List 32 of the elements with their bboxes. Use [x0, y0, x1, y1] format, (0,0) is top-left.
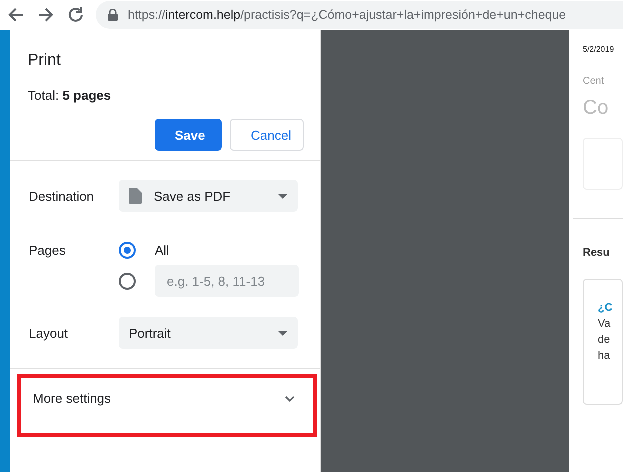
lock-icon [108, 9, 118, 21]
url-text: intercom.help [166, 8, 241, 22]
field-label: Pages [29, 243, 67, 258]
dialog-title: Print [28, 52, 62, 70]
reload-icon[interactable] [66, 5, 86, 25]
address-bar[interactable]: https://intercom.help/practisis?q=¿Cómo+ajustar+la+impresión+de+un+cheque [96, 1, 623, 29]
total-pages: Total: 5 pages [28, 88, 112, 103]
page-range-field[interactable]: e.g. 1-5, 8, 11-13 [155, 265, 299, 297]
chevron-icon [285, 396, 295, 402]
cancel-button[interactable]: Cancel [230, 119, 304, 151]
card-text: de [598, 333, 612, 348]
url-text: https:// [128, 8, 166, 22]
breadcrumb-text: Cent [583, 76, 606, 87]
field-label: Destination [29, 188, 96, 204]
radio-button[interactable] [119, 272, 136, 290]
card-title: ¿C [598, 301, 614, 316]
url-text: /practisis?q=¿Cómo+ajustar+la+impresión+de+un+cheque [240, 8, 566, 22]
destination-dropdown[interactable]: Save as PDF [119, 180, 298, 212]
option-label: All [155, 243, 170, 258]
card-text: ha [598, 349, 612, 364]
radio-button[interactable] [119, 242, 136, 259]
layout-dropdown[interactable]: Portrait [119, 317, 298, 349]
document-icon [129, 188, 142, 204]
caret-icon [278, 330, 288, 336]
section-heading: Resu [583, 247, 611, 259]
caret-icon [278, 194, 288, 198]
save-button[interactable]: Save [155, 119, 222, 151]
more-settings-toggle[interactable]: More settings [17, 374, 317, 437]
page-heading: Co [583, 97, 610, 120]
date-text: 5/2/2019 [583, 44, 616, 54]
card-text: Va [598, 317, 612, 332]
field-label: Layout [29, 326, 70, 340]
